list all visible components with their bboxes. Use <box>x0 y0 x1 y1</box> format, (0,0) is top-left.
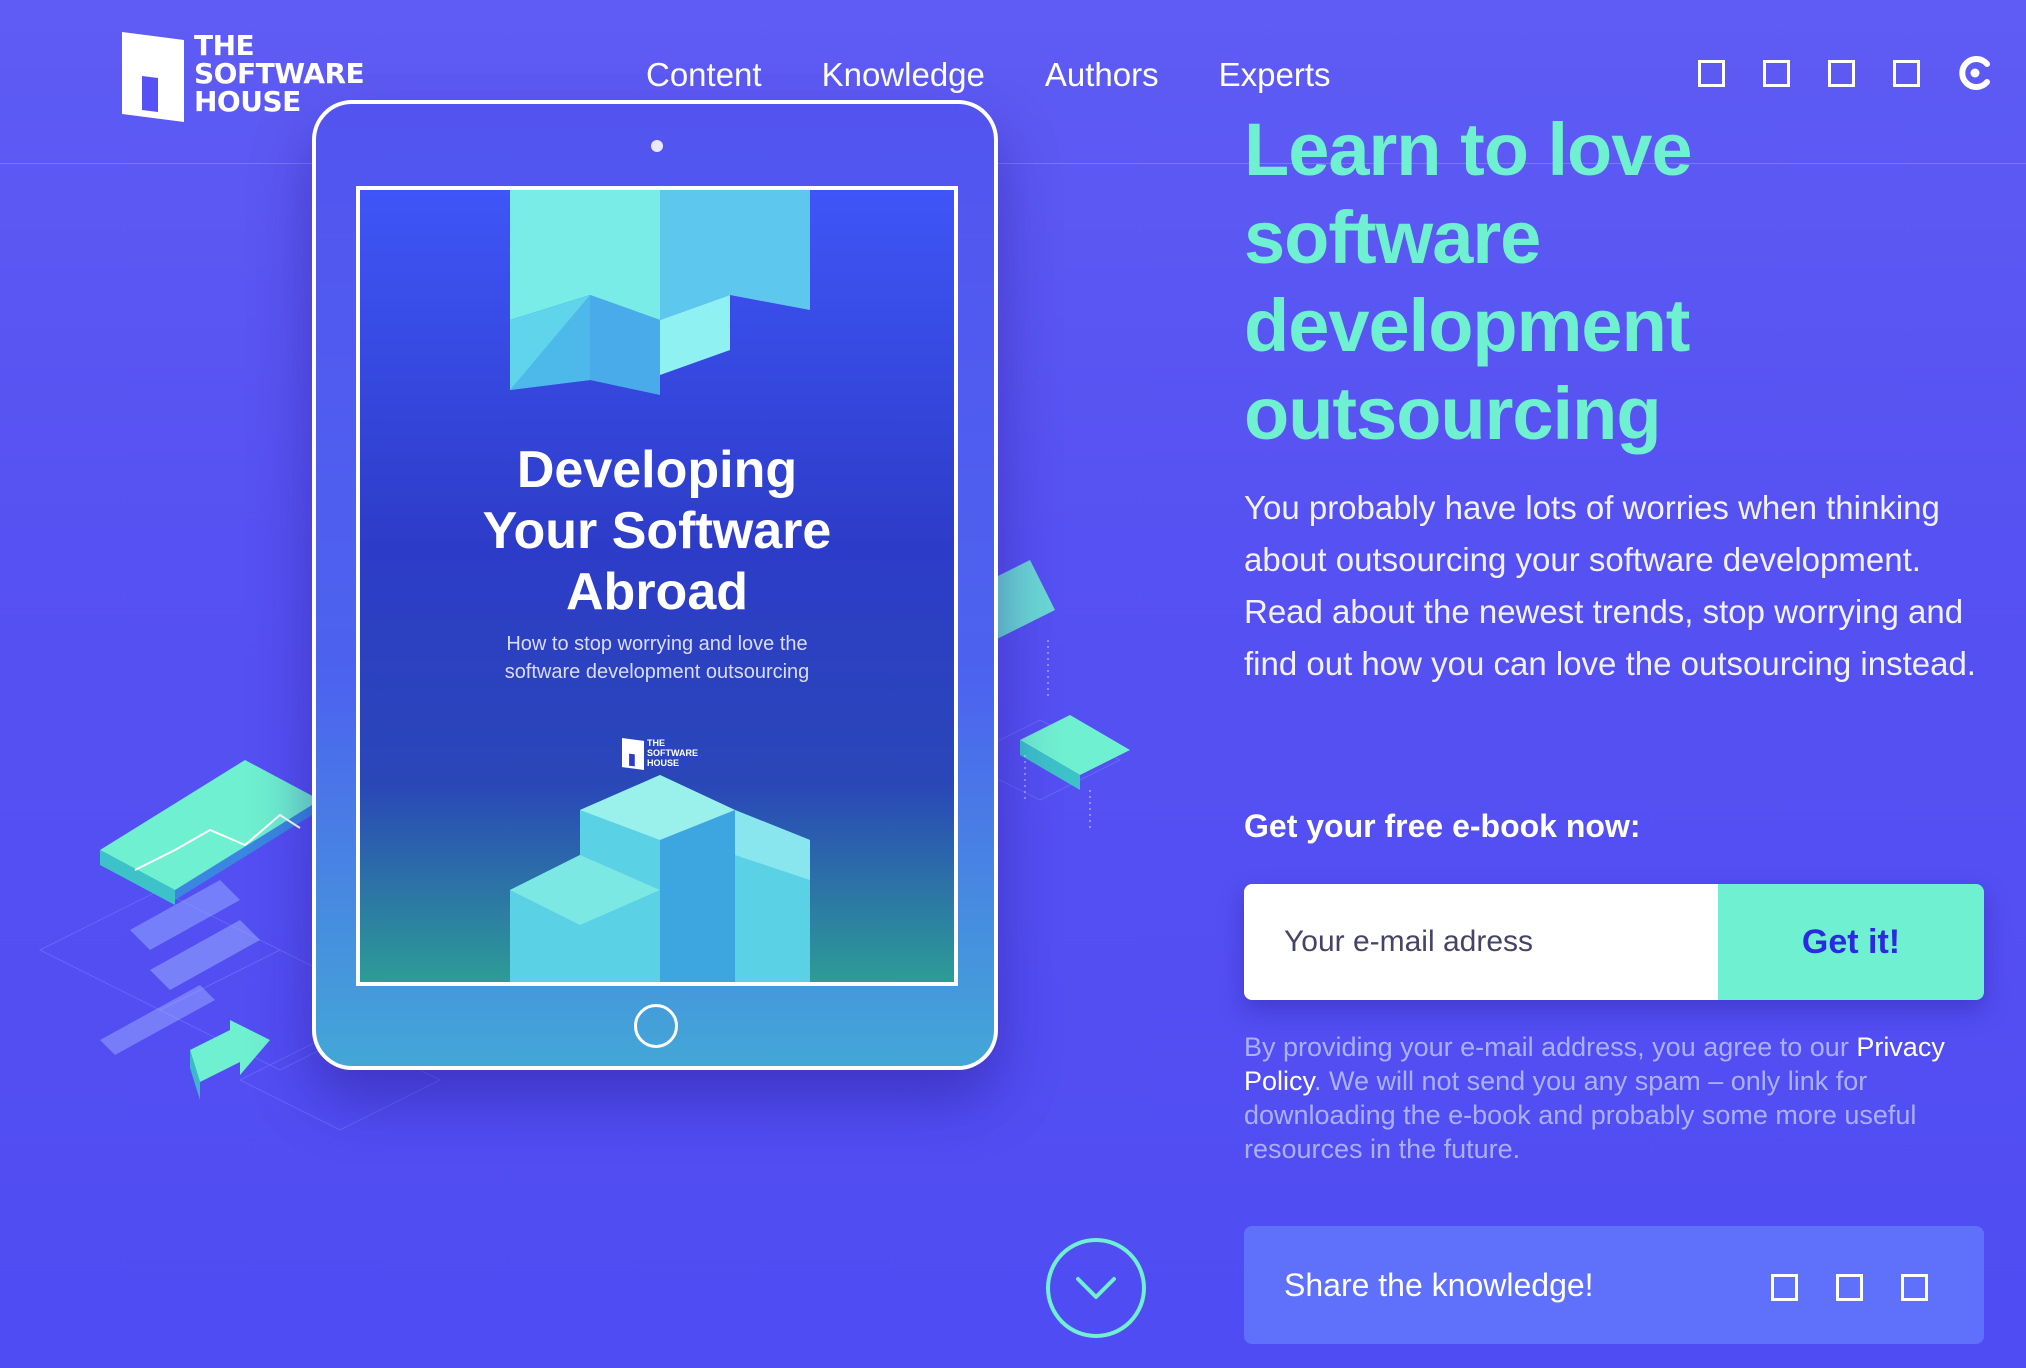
ebook-signup-form: Get it! <box>1244 884 1984 1000</box>
share-bar: Share the knowledge! <box>1244 1226 1984 1344</box>
chevron-down-icon <box>1076 1277 1116 1299</box>
share-square-icon[interactable] <box>1901 1274 1928 1301</box>
ebook-title-line: Developing <box>516 441 798 499</box>
tablet-camera <box>651 140 663 152</box>
ebook-logo-line: THE <box>647 738 665 748</box>
square-icon[interactable] <box>1763 59 1790 87</box>
house-logo-icon <box>622 738 644 770</box>
ebook-logo-line: HOUSE <box>647 758 680 768</box>
headline-line: outsourcing <box>1244 372 1662 455</box>
disclaimer-text: By providing your e-mail address, you ag… <box>1244 1032 1857 1062</box>
headline-line: development <box>1244 284 1690 367</box>
social-links <box>1698 56 1992 90</box>
hero-intro: You probably have lots of worries when t… <box>1244 489 1976 682</box>
nav-item-experts[interactable]: Experts <box>1219 56 1331 94</box>
ebook-title-line: Abroad <box>566 563 748 621</box>
share-square-icon[interactable] <box>1836 1274 1863 1301</box>
headline-line: Learn to love <box>1244 108 1693 191</box>
ebook-title-line: Your Software <box>482 502 832 560</box>
tablet-mockup: Developing Your Software Abroad How to s… <box>312 100 998 1070</box>
hero-headline: Learn to love software development outso… <box>1244 106 1984 458</box>
square-icon[interactable] <box>1698 59 1725 87</box>
ebook-cover: Developing Your Software Abroad How to s… <box>356 186 958 986</box>
headline-line: software <box>1244 196 1541 279</box>
get-it-button[interactable]: Get it! <box>1718 884 1984 1000</box>
ebook-logo: THE SOFTWARE HOUSE <box>622 738 698 770</box>
ebook-subtitle: How to stop worrying and love the softwa… <box>504 633 810 683</box>
share-icons <box>1771 1274 1928 1301</box>
form-label: Get your free e-book now: <box>1244 808 1641 844</box>
scroll-down-button[interactable] <box>1046 1238 1146 1338</box>
ebook-title: Developing Your Software Abroad <box>360 440 954 623</box>
share-label: Share the knowledge! <box>1284 1266 1594 1303</box>
square-icon[interactable] <box>1893 59 1920 87</box>
clutch-icon[interactable] <box>1958 56 1992 90</box>
email-input[interactable] <box>1244 884 1718 1000</box>
tablet-home-button <box>634 1004 678 1048</box>
ebook-logo-line: SOFTWARE <box>647 748 698 758</box>
privacy-disclaimer: By providing your e-mail address, you ag… <box>1244 1030 2004 1166</box>
share-square-icon[interactable] <box>1771 1274 1798 1301</box>
disclaimer-text: . We will not send you any spam – only l… <box>1244 1066 1917 1164</box>
square-icon[interactable] <box>1828 59 1855 87</box>
